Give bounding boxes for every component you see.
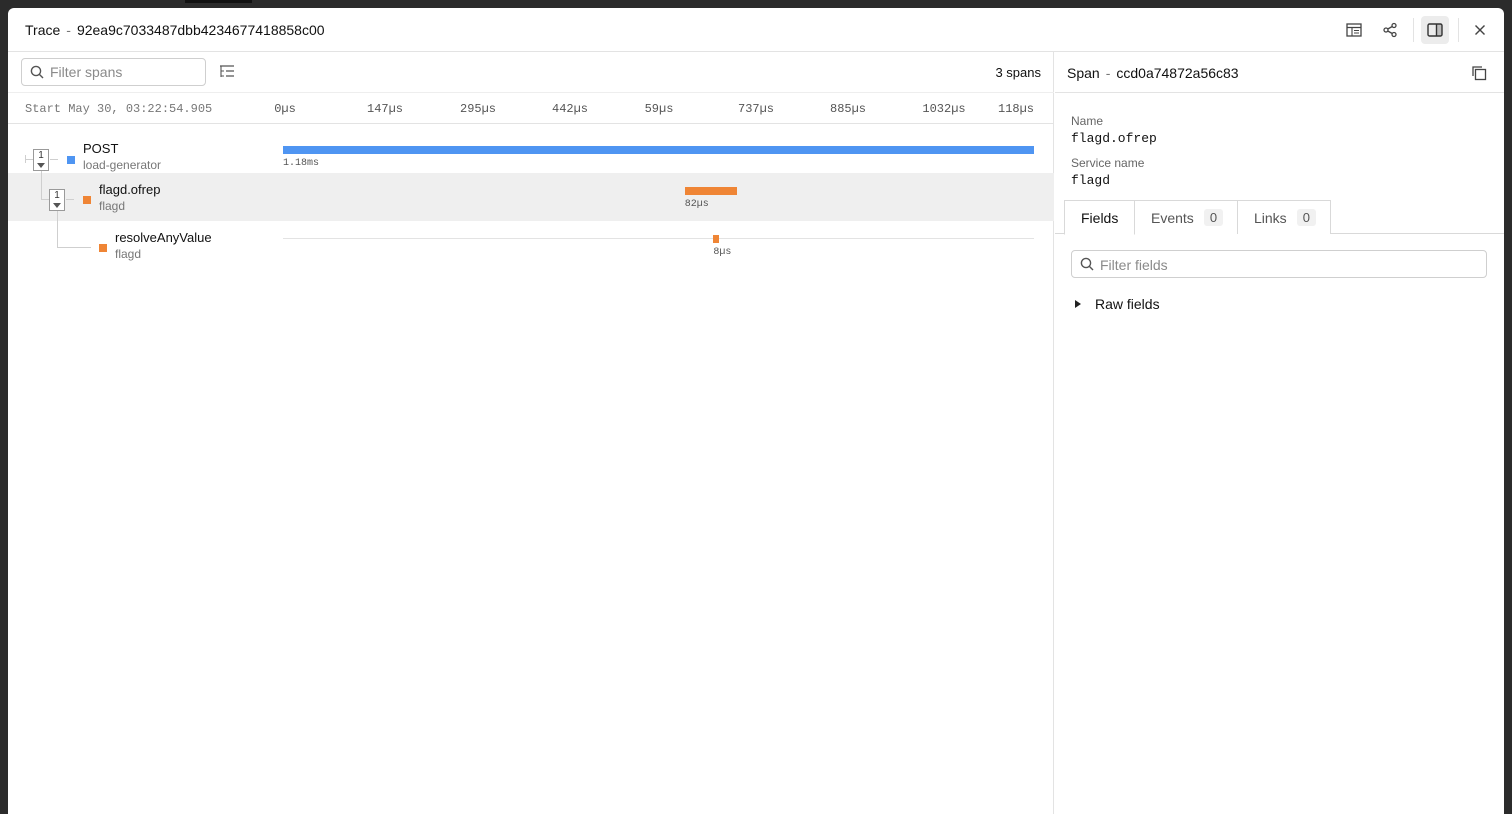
time-tick: 1032µs [922,102,966,116]
raw-fields-toggle[interactable]: Raw fields [1075,294,1160,314]
name-label: Name [1071,114,1104,128]
time-tick: 295µs [459,102,497,116]
span-detail-title: Span - ccd0a74872a56c83 [1067,65,1239,81]
tree-connector [66,199,74,200]
copy-button[interactable] [1470,64,1488,82]
time-tick: 118µs [997,102,1035,116]
dialog-header: Trace -92ea9c7033487dbb4234677418858c00 [8,8,1504,52]
service-color-square [83,196,91,204]
trace-dialog: Trace-92ea9c7033487dbb4234677418858c00 3… [8,8,1504,814]
child-count: 1 [38,150,44,161]
service-color-square [99,244,107,252]
caret-right-icon [1075,300,1081,308]
chevron-down-icon [53,203,61,208]
service-name-value: flagd [1071,173,1111,188]
tab-label: Links [1254,209,1287,226]
time-tick: 59µs [644,102,674,116]
events-count-badge: 0 [1203,209,1224,226]
side-panel-icon [1427,23,1443,37]
search-icon [30,65,44,79]
time-ruler: Start May 30, 03:22:54.905 0µs 147µs 295… [8,92,1054,124]
trace-start-time: Start May 30, 03:22:54.905 [25,102,213,116]
span-detail-panel: Span - ccd0a74872a56c83 Name flagd.ofrep S… [1055,52,1504,814]
tab-events[interactable]: Events 0 [1134,200,1238,234]
table-view-button[interactable] [1340,16,1368,44]
child-count: 1 [54,190,60,201]
span-service: flagd [115,247,142,261]
waterfall-panel: 3 spans Start May 30, 03:22:54.905 0µs 1… [8,52,1054,814]
share-icon [1383,22,1397,38]
close-icon [1475,25,1485,35]
span-track [283,238,1034,239]
title-separator: - [66,22,71,38]
span-title-label: Span [1067,65,1100,81]
span-name: POST [83,141,119,156]
top-strip [0,0,1512,8]
span-duration: 8µs [713,247,732,258]
raw-fields-label: Raw fields [1095,296,1160,312]
span-row-flagd-ofrep[interactable]: 1 flagd.ofrep flagd 82µs [8,173,1054,221]
span-service: load-generator [83,158,162,172]
time-tick: 737µs [737,102,775,116]
tab-label: Events [1151,209,1194,226]
links-count-badge: 0 [1296,209,1316,226]
filter-fields-field[interactable] [1071,250,1487,278]
tab-links[interactable]: Links 0 [1237,200,1331,234]
table-icon [1346,23,1362,37]
service-color-square [67,156,75,164]
span-name: flagd.ofrep [99,182,161,197]
toolbar-divider [1458,18,1459,42]
span-id: ccd0a74872a56c83 [1116,65,1239,81]
filter-spans-input[interactable] [50,62,200,82]
span-service: flagd [99,199,126,213]
time-tick: 442µs [551,102,589,116]
tree-connector [57,211,58,221]
span-count: 3 spans [995,65,1041,80]
search-icon [1080,257,1094,271]
span-duration: 1.18ms [283,158,320,169]
chevron-down-icon [37,163,45,168]
filter-spans-field[interactable] [21,58,206,86]
tree-connector [41,199,49,200]
span-name: resolveAnyValue [115,230,212,245]
span-detail-header: Span - ccd0a74872a56c83 [1055,52,1504,93]
tree-connector [57,221,58,247]
active-tab-indicator [185,0,252,3]
filter-fields-input[interactable] [1100,255,1480,275]
detail-tabs: Fields Events 0 Links 0 [1055,200,1504,235]
span-bar[interactable] [713,235,719,243]
expand-toggle[interactable]: 1 [33,149,49,171]
tab-fields[interactable]: Fields [1064,200,1135,235]
tree-list-icon [220,65,234,77]
copy-icon [1472,66,1487,81]
waterfall-toolbar: 3 spans [8,52,1054,92]
tree-connector [57,247,91,248]
time-tick: 885µs [829,102,867,116]
close-button[interactable] [1466,16,1494,44]
time-tick: 147µs [366,102,404,116]
title-separator: - [1105,65,1111,81]
span-row-resolve-any-value[interactable]: resolveAnyValue flagd 8µs [8,221,1054,269]
collapse-tree-button[interactable] [218,63,236,81]
expand-toggle[interactable]: 1 [49,189,65,211]
span-row-post[interactable]: 1 POST load-generator 1.18ms [8,125,1054,173]
span-bar[interactable] [684,187,737,195]
trace-title-label: Trace [25,22,61,38]
time-tick: 0µs [274,102,296,116]
toolbar-divider [1413,18,1414,42]
tab-label: Fields [1081,209,1119,226]
tree-connector [41,173,42,199]
dialog-title: Trace -92ea9c7033487dbb4234677418858c00 [25,22,325,38]
toggle-side-panel-button[interactable] [1421,16,1449,44]
tree-connector [25,159,33,160]
service-name-label: Service name [1071,156,1145,170]
span-bar[interactable] [283,146,1034,154]
tree-connector [50,159,58,160]
share-button[interactable] [1376,16,1404,44]
name-value: flagd.ofrep [1071,131,1157,146]
trace-id: 92ea9c7033487dbb4234677418858c00 [76,22,325,38]
span-duration: 82µs [684,199,709,210]
